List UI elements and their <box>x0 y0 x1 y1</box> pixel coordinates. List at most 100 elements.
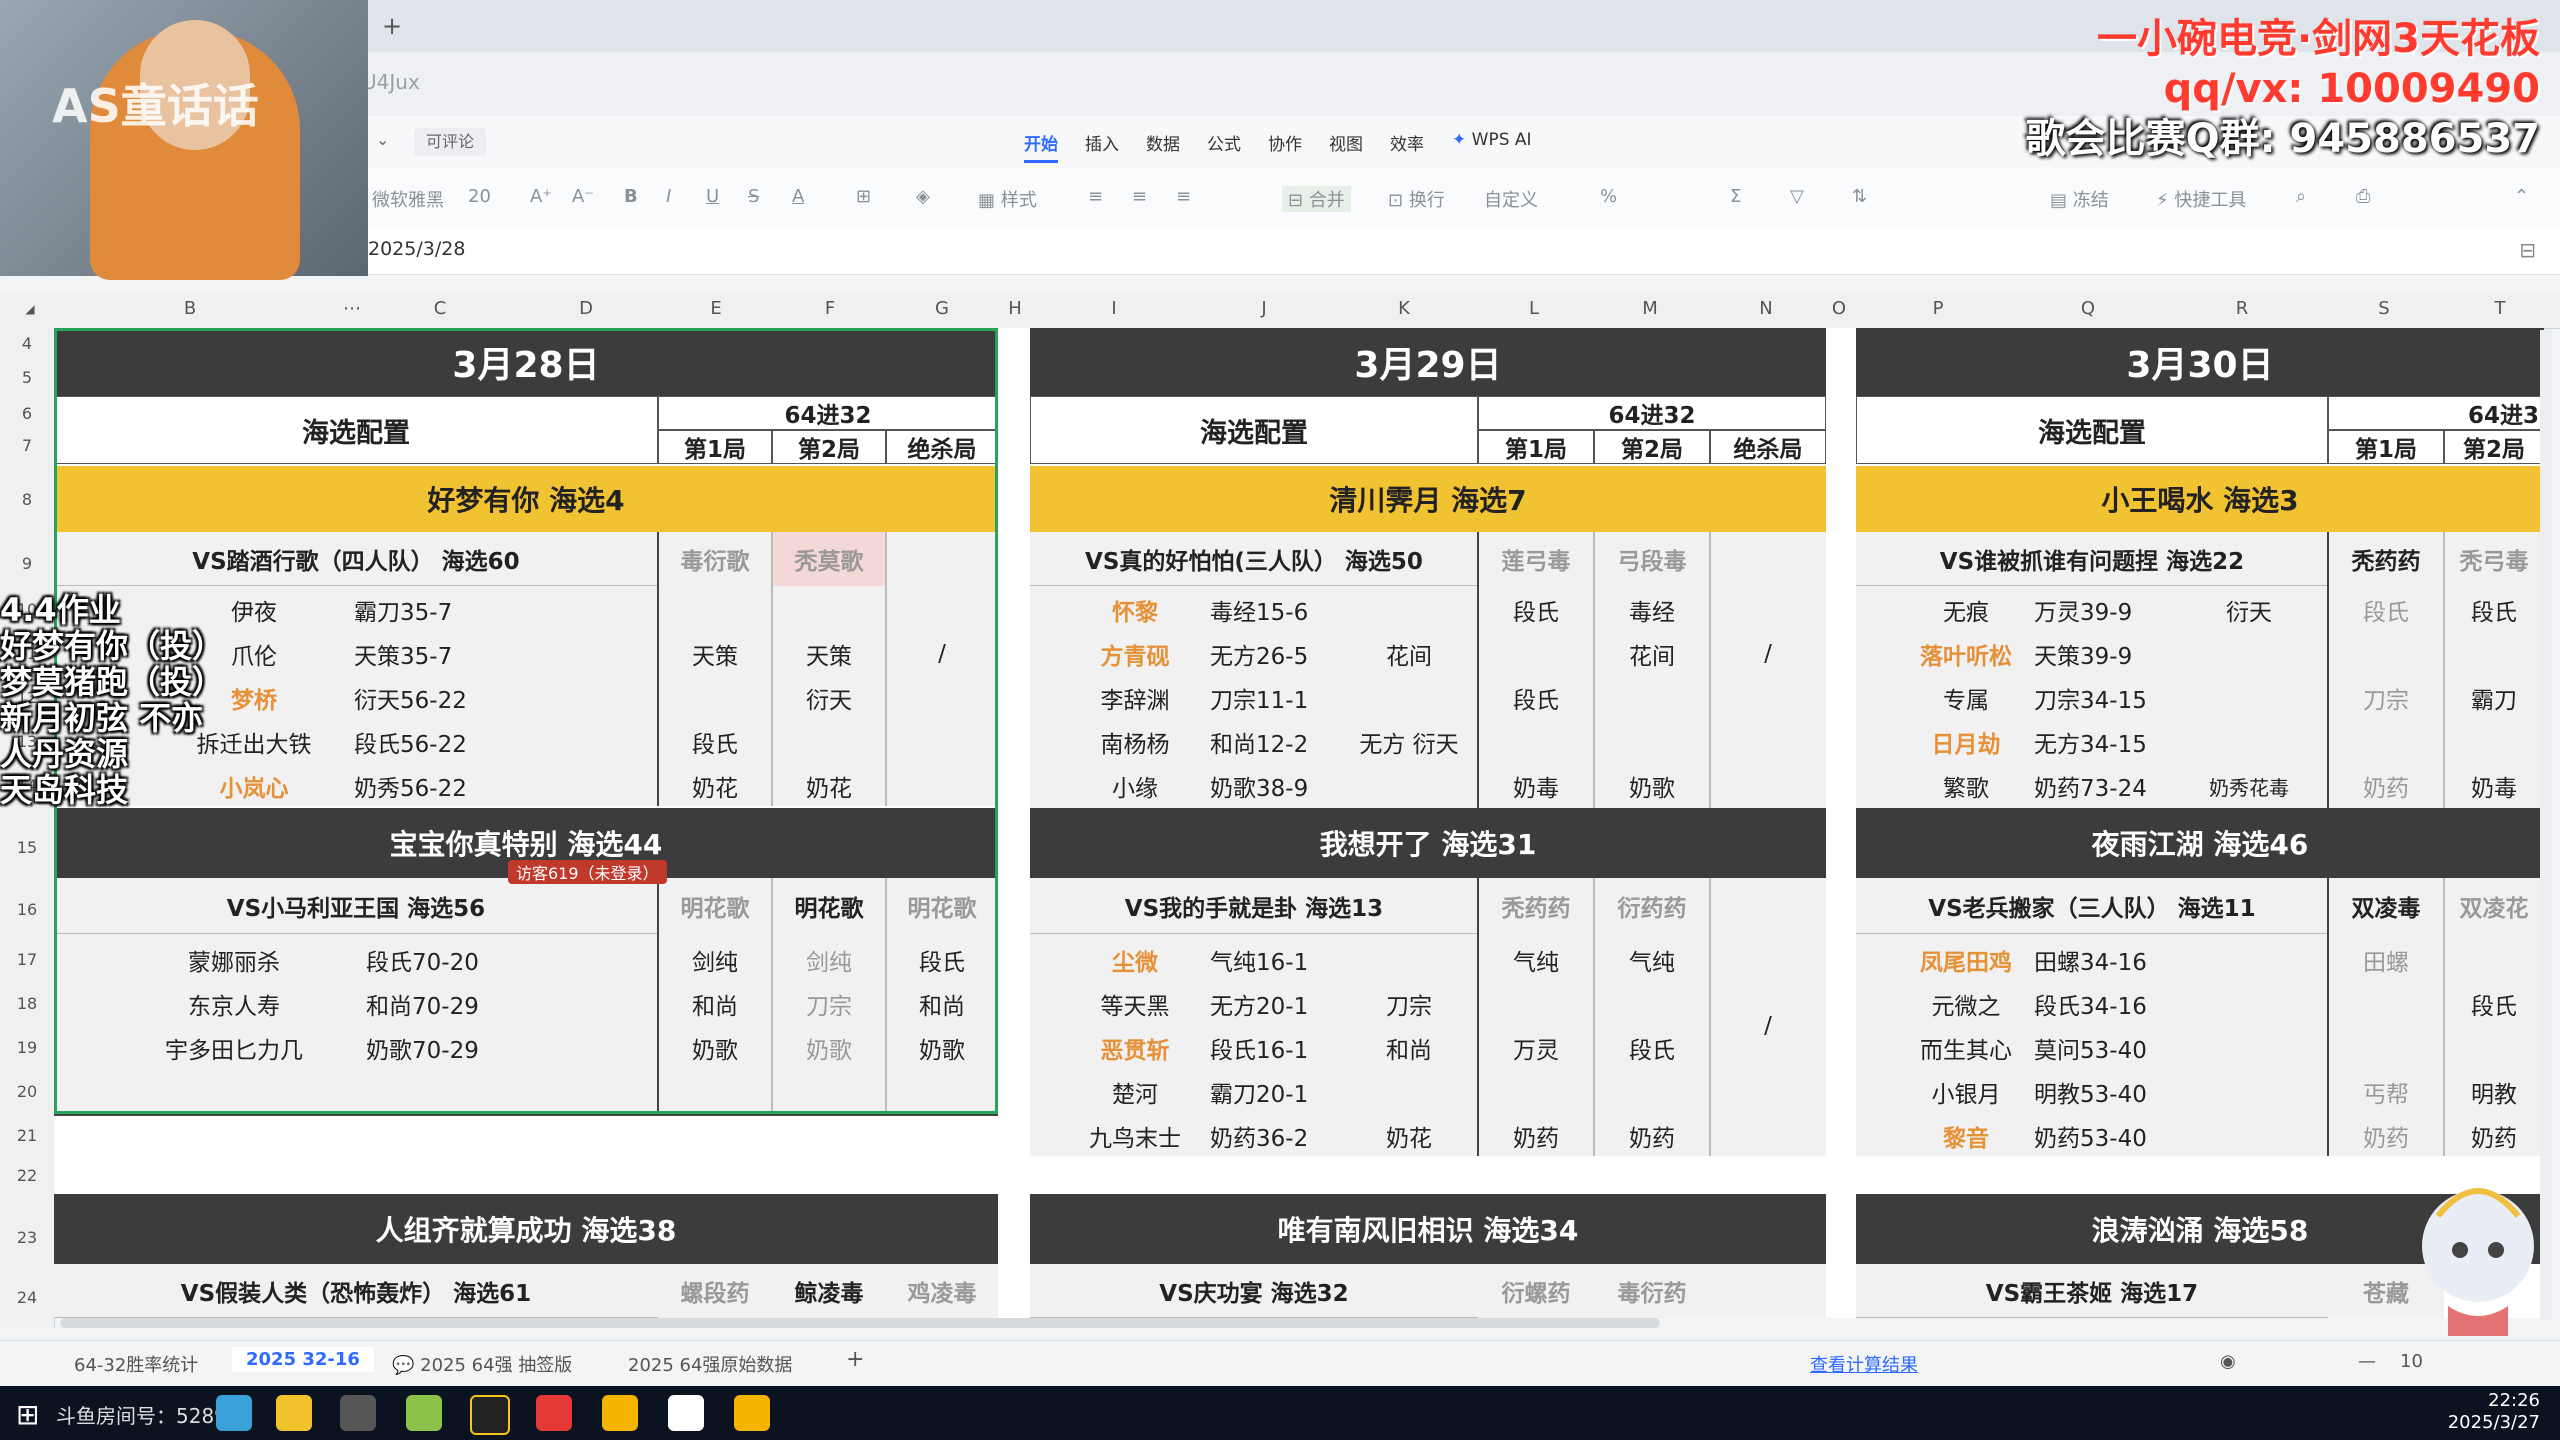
row-header[interactable]: 5 <box>0 368 54 387</box>
pick[interactable]: / <box>886 634 998 674</box>
round-header[interactable]: 第2局 <box>772 430 886 464</box>
class-combo[interactable] <box>1710 1264 1826 1318</box>
opponent[interactable]: VS假装人类（恐怖轰炸） 海选61 <box>54 1264 658 1318</box>
pick[interactable]: 万灵 <box>1478 1028 1594 1068</box>
percent-icon[interactable]: % <box>1600 186 1617 207</box>
strikethrough-icon[interactable]: S <box>748 186 759 207</box>
team-name[interactable]: 小王喝水 海选3 <box>1856 466 2544 532</box>
team-name[interactable]: 唯有南风旧相识 海选34 <box>1030 1194 1826 1264</box>
player-class[interactable]: 明教53-40 <box>2034 1072 2174 1112</box>
row-header[interactable]: 21 <box>0 1126 54 1145</box>
row-header[interactable]: 16 <box>0 900 54 919</box>
comment-mode-badge[interactable]: 可评论 <box>414 128 487 156</box>
player-name[interactable]: 而生其心 <box>1896 1028 2036 1068</box>
stage-header[interactable]: 64进32 <box>658 396 998 430</box>
zoom-level[interactable]: 10 <box>2400 1351 2423 1372</box>
player-class[interactable]: 奶药36-2 <box>1210 1116 1340 1156</box>
select-all-corner[interactable]: ◢ <box>20 302 40 316</box>
row-header[interactable]: 19 <box>0 1038 54 1057</box>
row-header[interactable]: 17 <box>0 950 54 969</box>
fill-color-icon[interactable]: ◈ <box>916 186 930 207</box>
player-class[interactable]: 段氏56-22 <box>354 722 514 762</box>
team-name[interactable]: 我想开了 海选31 <box>1030 808 1826 878</box>
col-header[interactable]: J <box>1234 298 1294 319</box>
player-name[interactable]: 专属 <box>1896 678 2036 718</box>
class-combo[interactable]: 双凌毒 <box>2328 878 2444 934</box>
col-header[interactable]: M <box>1620 298 1680 319</box>
team-name[interactable]: 夜雨江湖 海选46 <box>1856 808 2544 878</box>
row-header[interactable]: 20 <box>0 1082 54 1101</box>
pick[interactable]: 奶毒 <box>1478 766 1594 806</box>
col-header[interactable]: B <box>160 298 220 319</box>
col-header[interactable]: N <box>1736 298 1796 319</box>
pick[interactable]: 段氏 <box>2328 590 2444 630</box>
quick-tools-button[interactable]: ⚡ 快捷工具 <box>2156 186 2246 212</box>
eye-icon[interactable]: ◉ <box>2220 1351 2236 1372</box>
stage-header[interactable]: 64进32 <box>1478 396 1826 430</box>
pick[interactable]: 奶药 <box>1594 1116 1710 1156</box>
pick[interactable]: 丐帮 <box>2328 1072 2444 1112</box>
view-calc-link[interactable]: 查看计算结果 <box>1810 1351 1918 1377</box>
player-alt[interactable]: 花间 <box>1340 634 1478 674</box>
row-header[interactable]: 4 <box>0 334 54 353</box>
opponent[interactable]: VS真的好怕怕(三人队） 海选50 <box>1030 532 1478 586</box>
col-header[interactable]: L <box>1504 298 1564 319</box>
obs-icon[interactable] <box>340 1395 376 1431</box>
pick[interactable]: 奶歌 <box>886 1028 998 1068</box>
config-header[interactable]: 海选配置 <box>1030 396 1478 464</box>
player-class[interactable]: 无方20-1 <box>1210 984 1340 1024</box>
pick[interactable]: 奶药 <box>2444 1116 2544 1156</box>
class-combo[interactable]: 毒衍药 <box>1594 1264 1710 1318</box>
row-header[interactable]: 9 <box>0 554 54 573</box>
pick[interactable]: 天策 <box>658 634 772 674</box>
round-header[interactable]: 绝杀局 <box>886 430 998 464</box>
menu-view[interactable]: 视图 <box>1329 130 1363 155</box>
player-class[interactable]: 奶歌70-29 <box>366 1028 526 1068</box>
player-class[interactable]: 霸刀20-1 <box>1210 1072 1340 1112</box>
pick[interactable]: / <box>1710 634 1826 674</box>
player-name[interactable]: 无痕 <box>1896 590 2036 630</box>
sheet-tab[interactable]: 2025 64强原始数据 <box>628 1351 792 1377</box>
col-header[interactable]: F <box>800 298 860 319</box>
date-header[interactable]: 3月29日 <box>1030 328 1826 396</box>
align-center-icon[interactable]: ≡ <box>1132 186 1147 207</box>
player-class[interactable]: 霸刀35-7 <box>354 590 514 630</box>
player-name[interactable]: 小缘 <box>1060 766 1210 806</box>
player-alt[interactable]: 奶秀花毒 <box>2174 766 2324 806</box>
col-header[interactable]: O <box>1824 298 1854 319</box>
player-class[interactable]: 田螺34-16 <box>2034 940 2174 980</box>
sort-icon[interactable]: ⇅ <box>1852 186 1867 207</box>
opponent[interactable]: VS庆功宴 海选32 <box>1030 1264 1478 1318</box>
clock[interactable]: 22:26 2025/3/27 <box>2448 1390 2540 1434</box>
player-name[interactable]: 元微之 <box>1896 984 2036 1024</box>
class-combo[interactable]: 螺段药 <box>658 1264 772 1318</box>
menu-formula[interactable]: 公式 <box>1207 130 1241 155</box>
row-header[interactable]: 24 <box>0 1288 54 1307</box>
player-name[interactable]: 凤尾田鸡 <box>1896 940 2036 980</box>
underline-icon[interactable]: U <box>706 186 719 207</box>
row-header[interactable]: 23 <box>0 1228 54 1247</box>
player-name[interactable]: 繁歌 <box>1896 766 2036 806</box>
sheet-tab[interactable]: 💬 2025 64强 抽签版 <box>392 1351 572 1377</box>
app-icon[interactable] <box>470 1395 510 1435</box>
sum-icon[interactable]: Σ <box>1730 186 1741 207</box>
col-header[interactable]: Q <box>2058 298 2118 319</box>
player-class[interactable]: 无方26-5 <box>1210 634 1340 674</box>
pick[interactable]: 和尚 <box>658 984 772 1024</box>
pick[interactable]: 奶花 <box>772 766 886 806</box>
expand-formula-icon[interactable]: ⊟ <box>2519 238 2536 262</box>
player-class[interactable]: 万灵39-9 <box>2034 590 2174 630</box>
italic-icon[interactable]: I <box>666 186 671 207</box>
col-expand[interactable]: ⋯ <box>332 298 372 319</box>
player-name[interactable]: 日月劫 <box>1896 722 2036 762</box>
class-combo[interactable]: 明花歌 <box>658 878 772 934</box>
decrease-font-icon[interactable]: A⁻ <box>572 186 594 207</box>
player-name[interactable]: 落叶听松 <box>1896 634 2036 674</box>
sheet-tab[interactable]: 64-32胜率统计 <box>74 1351 198 1377</box>
menu-insert[interactable]: 插入 <box>1085 130 1119 155</box>
merge-button[interactable]: ⊟ 合并 <box>1282 186 1351 212</box>
player-name[interactable]: 九鸟末士 <box>1060 1116 1210 1156</box>
player-class[interactable]: 刀宗11-1 <box>1210 678 1340 718</box>
player-class[interactable]: 气纯16-1 <box>1210 940 1340 980</box>
class-combo[interactable]: 秃药药 <box>2328 532 2444 586</box>
